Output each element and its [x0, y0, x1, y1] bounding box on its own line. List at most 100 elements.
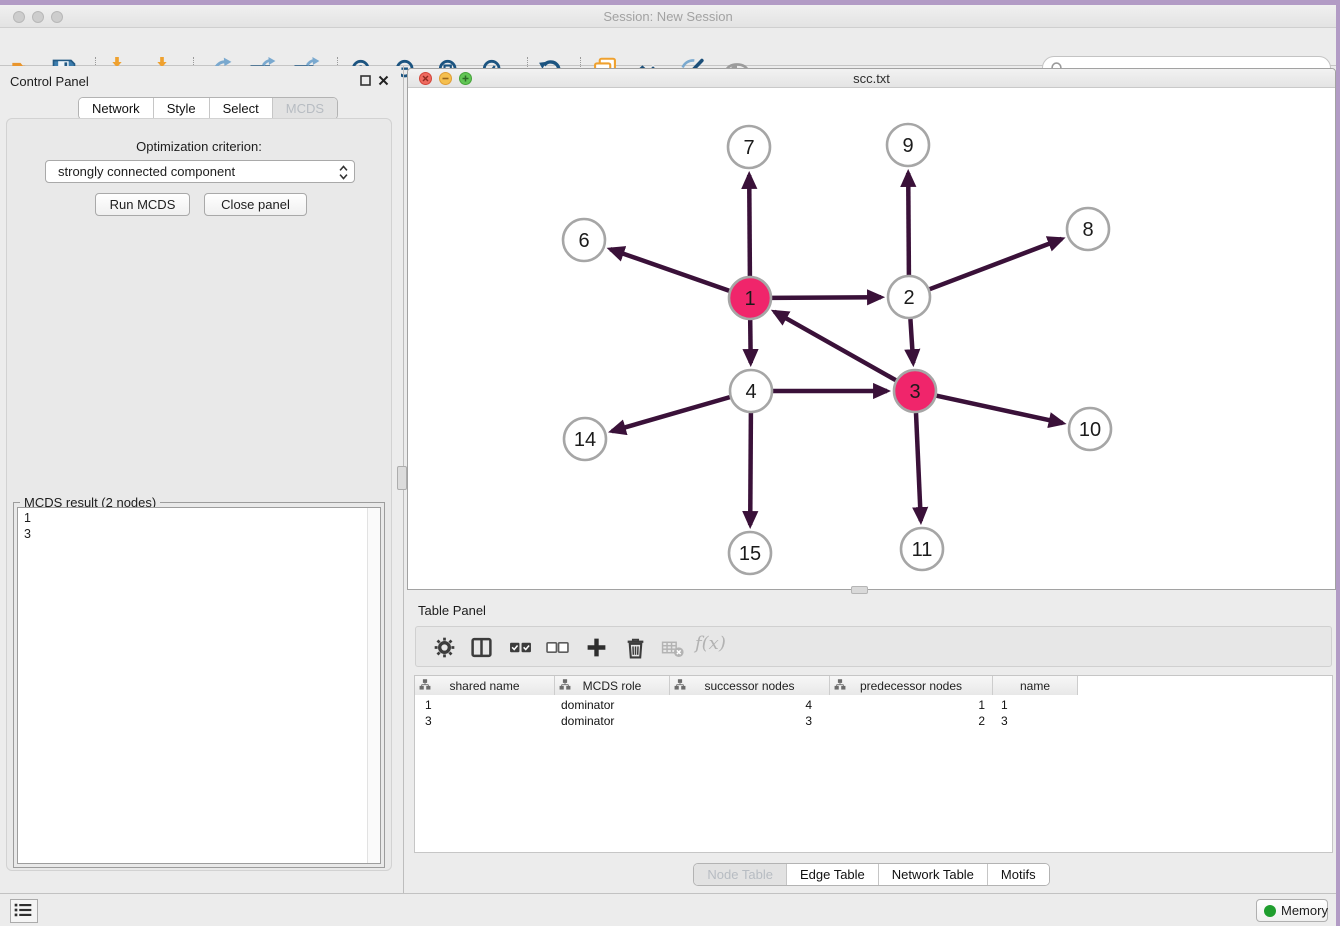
control-panel-tabs: NetworkStyleSelectMCDS — [78, 97, 338, 120]
graph-node-8[interactable]: 8 — [1067, 208, 1109, 250]
table-settings-gear-icon[interactable] — [433, 636, 456, 659]
table-panel-tabs: Node TableEdge TableNetwork TableMotifs — [407, 863, 1336, 886]
close-panel-button[interactable]: Close panel — [204, 193, 307, 216]
table-row[interactable]: 1dominator411 — [415, 697, 1332, 713]
control-panel: Control Panel NetworkStyleSelectMCDS Opt… — [0, 66, 401, 893]
svg-text:1: 1 — [744, 288, 755, 310]
window-title: Session: New Session — [0, 5, 1336, 28]
criterion-dropdown[interactable]: strongly connected component — [45, 160, 355, 183]
desktop: Session: New Session — [0, 0, 1340, 926]
show-columns-icon[interactable] — [470, 636, 493, 659]
graph-edge-1-2[interactable] — [772, 297, 881, 298]
delete-table-icon — [661, 636, 684, 659]
tab-mcds[interactable]: MCDS — [272, 98, 337, 119]
table-cell[interactable]: 4 — [670, 697, 830, 713]
graph-edge-4-15[interactable] — [750, 413, 751, 525]
delete-column-trash-icon[interactable] — [624, 636, 647, 659]
function-builder-icon: f(x) — [695, 633, 726, 654]
column-header-predecessor-nodes[interactable]: predecessor nodes — [830, 676, 993, 695]
column-header-shared-name[interactable]: shared name — [415, 676, 555, 695]
svg-text:4: 4 — [745, 381, 756, 403]
task-history-list-icon[interactable] — [10, 899, 38, 923]
graph-edge-3-1[interactable] — [774, 312, 895, 381]
node-table-rows: 1dominator4113dominator323 — [415, 697, 1332, 729]
table-cell[interactable]: dominator — [555, 697, 670, 713]
app-window: Session: New Session — [0, 5, 1336, 926]
graph-edge-3-10[interactable] — [937, 396, 1063, 423]
graph-edge-2-8[interactable] — [930, 239, 1062, 289]
table-cell[interactable]: 1 — [830, 697, 993, 713]
graph-edge-3-11[interactable] — [916, 413, 921, 521]
network-canvas[interactable]: 7 9 6 8 1 2 4 3 14 10 15 11 — [408, 88, 1335, 589]
svg-text:15: 15 — [739, 543, 761, 565]
result-scrollbar[interactable] — [367, 508, 380, 863]
table-cell[interactable]: dominator — [555, 713, 670, 729]
network-graph: 7 9 6 8 1 2 4 3 14 10 15 11 — [408, 88, 1335, 589]
graph-edge-2-3[interactable] — [910, 319, 913, 363]
control-panel-title: Control Panel — [10, 74, 89, 89]
svg-text:2: 2 — [903, 287, 914, 309]
deselect-all-icon[interactable] — [546, 636, 569, 659]
table-cell[interactable]: 1 — [993, 697, 1078, 713]
graph-node-7[interactable]: 7 — [728, 126, 770, 168]
table-row[interactable]: 3dominator323 — [415, 713, 1332, 729]
horizontal-divider-grip[interactable] — [851, 586, 868, 594]
svg-text:7: 7 — [743, 137, 754, 159]
column-header-successor-nodes[interactable]: successor nodes — [670, 676, 830, 695]
tab-motifs[interactable]: Motifs — [987, 864, 1049, 885]
optimization-criterion-label: Optimization criterion: — [7, 139, 391, 154]
tab-network[interactable]: Network — [79, 98, 153, 119]
graph-edge-1-4[interactable] — [750, 320, 751, 363]
graph-node-2[interactable]: 2 — [888, 276, 930, 318]
network-window-titlebar[interactable]: scc.txt — [408, 69, 1335, 88]
result-item: 1 — [24, 510, 360, 526]
float-panel-icon[interactable] — [360, 75, 372, 87]
run-mcds-button[interactable]: Run MCDS — [95, 193, 190, 216]
svg-text:3: 3 — [909, 381, 920, 403]
table-cell[interactable]: 1 — [415, 697, 555, 713]
select-all-icon[interactable] — [509, 636, 532, 659]
main-toolbar — [0, 28, 1336, 66]
graph-edge-1-7[interactable] — [749, 175, 750, 276]
column-header-name[interactable]: name — [993, 676, 1078, 695]
table-cell[interactable]: 3 — [670, 713, 830, 729]
node-table-header: shared nameMCDS rolesuccessor nodesprede… — [415, 676, 1078, 695]
table-panel-title: Table Panel — [418, 603, 486, 618]
graph-node-6[interactable]: 6 — [563, 219, 605, 261]
add-column-plus-icon[interactable] — [585, 636, 608, 659]
graph-node-14[interactable]: 14 — [564, 418, 606, 460]
network-window-title: scc.txt — [408, 69, 1335, 88]
tab-node-table[interactable]: Node Table — [694, 864, 786, 885]
memory-label: Memory — [1281, 903, 1328, 918]
vertical-divider-grip[interactable] — [397, 466, 407, 490]
table-cell[interactable]: 3 — [415, 713, 555, 729]
tab-edge-table[interactable]: Edge Table — [786, 864, 878, 885]
network-view-window: scc.txt 7 9 6 8 1 2 4 3 14 10 15 11 — [407, 68, 1336, 590]
mcds-result-list[interactable]: 13 — [17, 507, 381, 864]
graph-node-15[interactable]: 15 — [729, 532, 771, 574]
column-header-MCDS-role[interactable]: MCDS role — [555, 676, 670, 695]
close-panel-icon[interactable] — [378, 75, 390, 87]
tab-style[interactable]: Style — [153, 98, 209, 119]
tab-network-table[interactable]: Network Table — [878, 864, 987, 885]
graph-node-11[interactable]: 11 — [901, 528, 943, 570]
table-cell[interactable]: 3 — [993, 713, 1078, 729]
graph-node-9[interactable]: 9 — [887, 124, 929, 166]
graph-edge-1-6[interactable] — [610, 249, 729, 291]
graph-node-4[interactable]: 4 — [730, 370, 772, 412]
table-cell[interactable]: 2 — [830, 713, 993, 729]
window-titlebar: Session: New Session — [0, 5, 1336, 28]
graph-node-3[interactable]: 3 — [894, 370, 936, 412]
graph-edge-2-9[interactable] — [908, 173, 909, 275]
graph-edge-4-14[interactable] — [612, 397, 730, 431]
graph-node-10[interactable]: 10 — [1069, 408, 1111, 450]
tab-select[interactable]: Select — [209, 98, 272, 119]
criterion-dropdown-value: strongly connected component — [58, 164, 235, 179]
mcds-panel: Optimization criterion: strongly connect… — [6, 118, 392, 871]
svg-text:10: 10 — [1079, 419, 1101, 441]
status-bar: Memory — [0, 893, 1336, 926]
graph-node-1[interactable]: 1 — [729, 277, 771, 319]
table-panel: Table Panel — [407, 595, 1336, 887]
memory-button[interactable]: Memory — [1256, 899, 1328, 922]
memory-status-dot — [1264, 905, 1276, 917]
